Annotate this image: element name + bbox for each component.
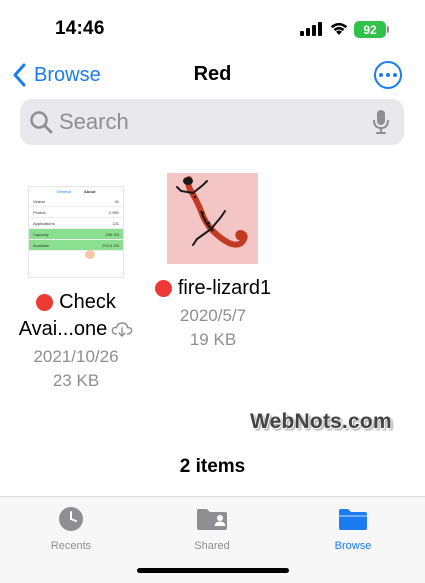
file-date: 2020/5/7: [179, 306, 247, 325]
file-name: fire-lizard1: [143, 276, 283, 300]
file-date: 2021/10/26: [33, 347, 119, 366]
thumbnail-row-value: 131: [112, 221, 119, 226]
home-indicator[interactable]: [137, 568, 289, 573]
battery-tip: [387, 26, 389, 33]
file-item[interactable]: fire-lizard1 2020/5/7 19 KB: [143, 172, 283, 351]
file-name-line1: fire-lizard1: [177, 277, 272, 299]
folder-icon: [339, 509, 367, 530]
item-count: 2 items: [179, 456, 246, 477]
battery-icon: 92: [354, 21, 386, 38]
tab-shared[interactable]: Shared: [172, 505, 252, 552]
cloud-download-icon: [112, 322, 133, 337]
thumbnail-row-label: Videos: [33, 199, 46, 204]
thumbnail-row-label: Photos: [33, 210, 46, 215]
thumbnail-row-label: Applications: [33, 221, 55, 226]
thumbnail-row: Capacity 256 GB: [29, 229, 123, 240]
thumbnail-row-value: 41: [114, 199, 119, 204]
file-item[interactable]: General About Videos 41 Photos 2,991 Appli…: [6, 172, 146, 392]
file-size: 19 KB: [189, 330, 237, 349]
tab-recents[interactable]: Recents: [31, 505, 111, 552]
tab-label: Browse: [334, 540, 372, 552]
thumbnail-row: Applications 131: [29, 218, 123, 229]
mic-icon[interactable]: [372, 109, 390, 135]
tab-browse[interactable]: Browse: [313, 505, 393, 552]
status-time: 14:46: [55, 18, 105, 39]
ellipsis-dot: [393, 73, 397, 77]
thumbnail-row-value: 203.6 GB: [102, 243, 119, 248]
file-name-continued: Avai...one: [6, 317, 146, 341]
tab-label: Shared: [194, 540, 230, 552]
tab-label: Recents: [50, 540, 92, 552]
file-name-line1: Check: [59, 291, 116, 313]
clock-icon: [59, 507, 83, 531]
file-thumbnail: [167, 173, 258, 264]
file-name: Check: [6, 290, 146, 314]
thumbnail-row-value: 256 GB: [105, 232, 119, 237]
file-thumbnail: General About Videos 41 Photos 2,991 Appli…: [28, 186, 124, 278]
thumbnail-title: About: [83, 189, 96, 194]
file-size: 23 KB: [52, 371, 100, 390]
shared-folder-icon: [197, 509, 227, 530]
thumbnail-row-label: Available: [33, 243, 50, 248]
hand-pointer-icon: [85, 250, 95, 259]
thumbnail-row-value: 2,991: [108, 210, 119, 215]
watermark: WebNots.com: [250, 410, 392, 433]
ellipsis-circle-icon: [379, 73, 383, 77]
more-button[interactable]: [374, 61, 402, 89]
status-bar: 14:46 92: [0, 0, 425, 58]
wifi-icon: [330, 22, 348, 35]
lizard-image: [176, 176, 248, 248]
thumbnail-header: General About: [29, 187, 123, 196]
red-tag-dot: [154, 279, 172, 297]
search-input[interactable]: [59, 109, 359, 135]
thumbnail-row: Photos 2,991: [29, 207, 123, 218]
search-bar[interactable]: [20, 99, 404, 145]
thumbnail-row: Videos 41: [29, 196, 123, 207]
ellipsis-dot: [386, 73, 390, 77]
file-name-line2: Avai...one: [18, 318, 108, 340]
signal-icon: [300, 22, 322, 36]
thumbnail-row-label: Capacity: [33, 232, 49, 237]
thumbnail-back: General: [56, 189, 71, 194]
search-icon: [30, 111, 53, 134]
battery-level: 92: [363, 22, 377, 37]
red-tag-dot: [36, 293, 54, 311]
thumbnail-row: Available 203.6 GB: [29, 240, 123, 251]
page-title: Red: [193, 63, 232, 85]
